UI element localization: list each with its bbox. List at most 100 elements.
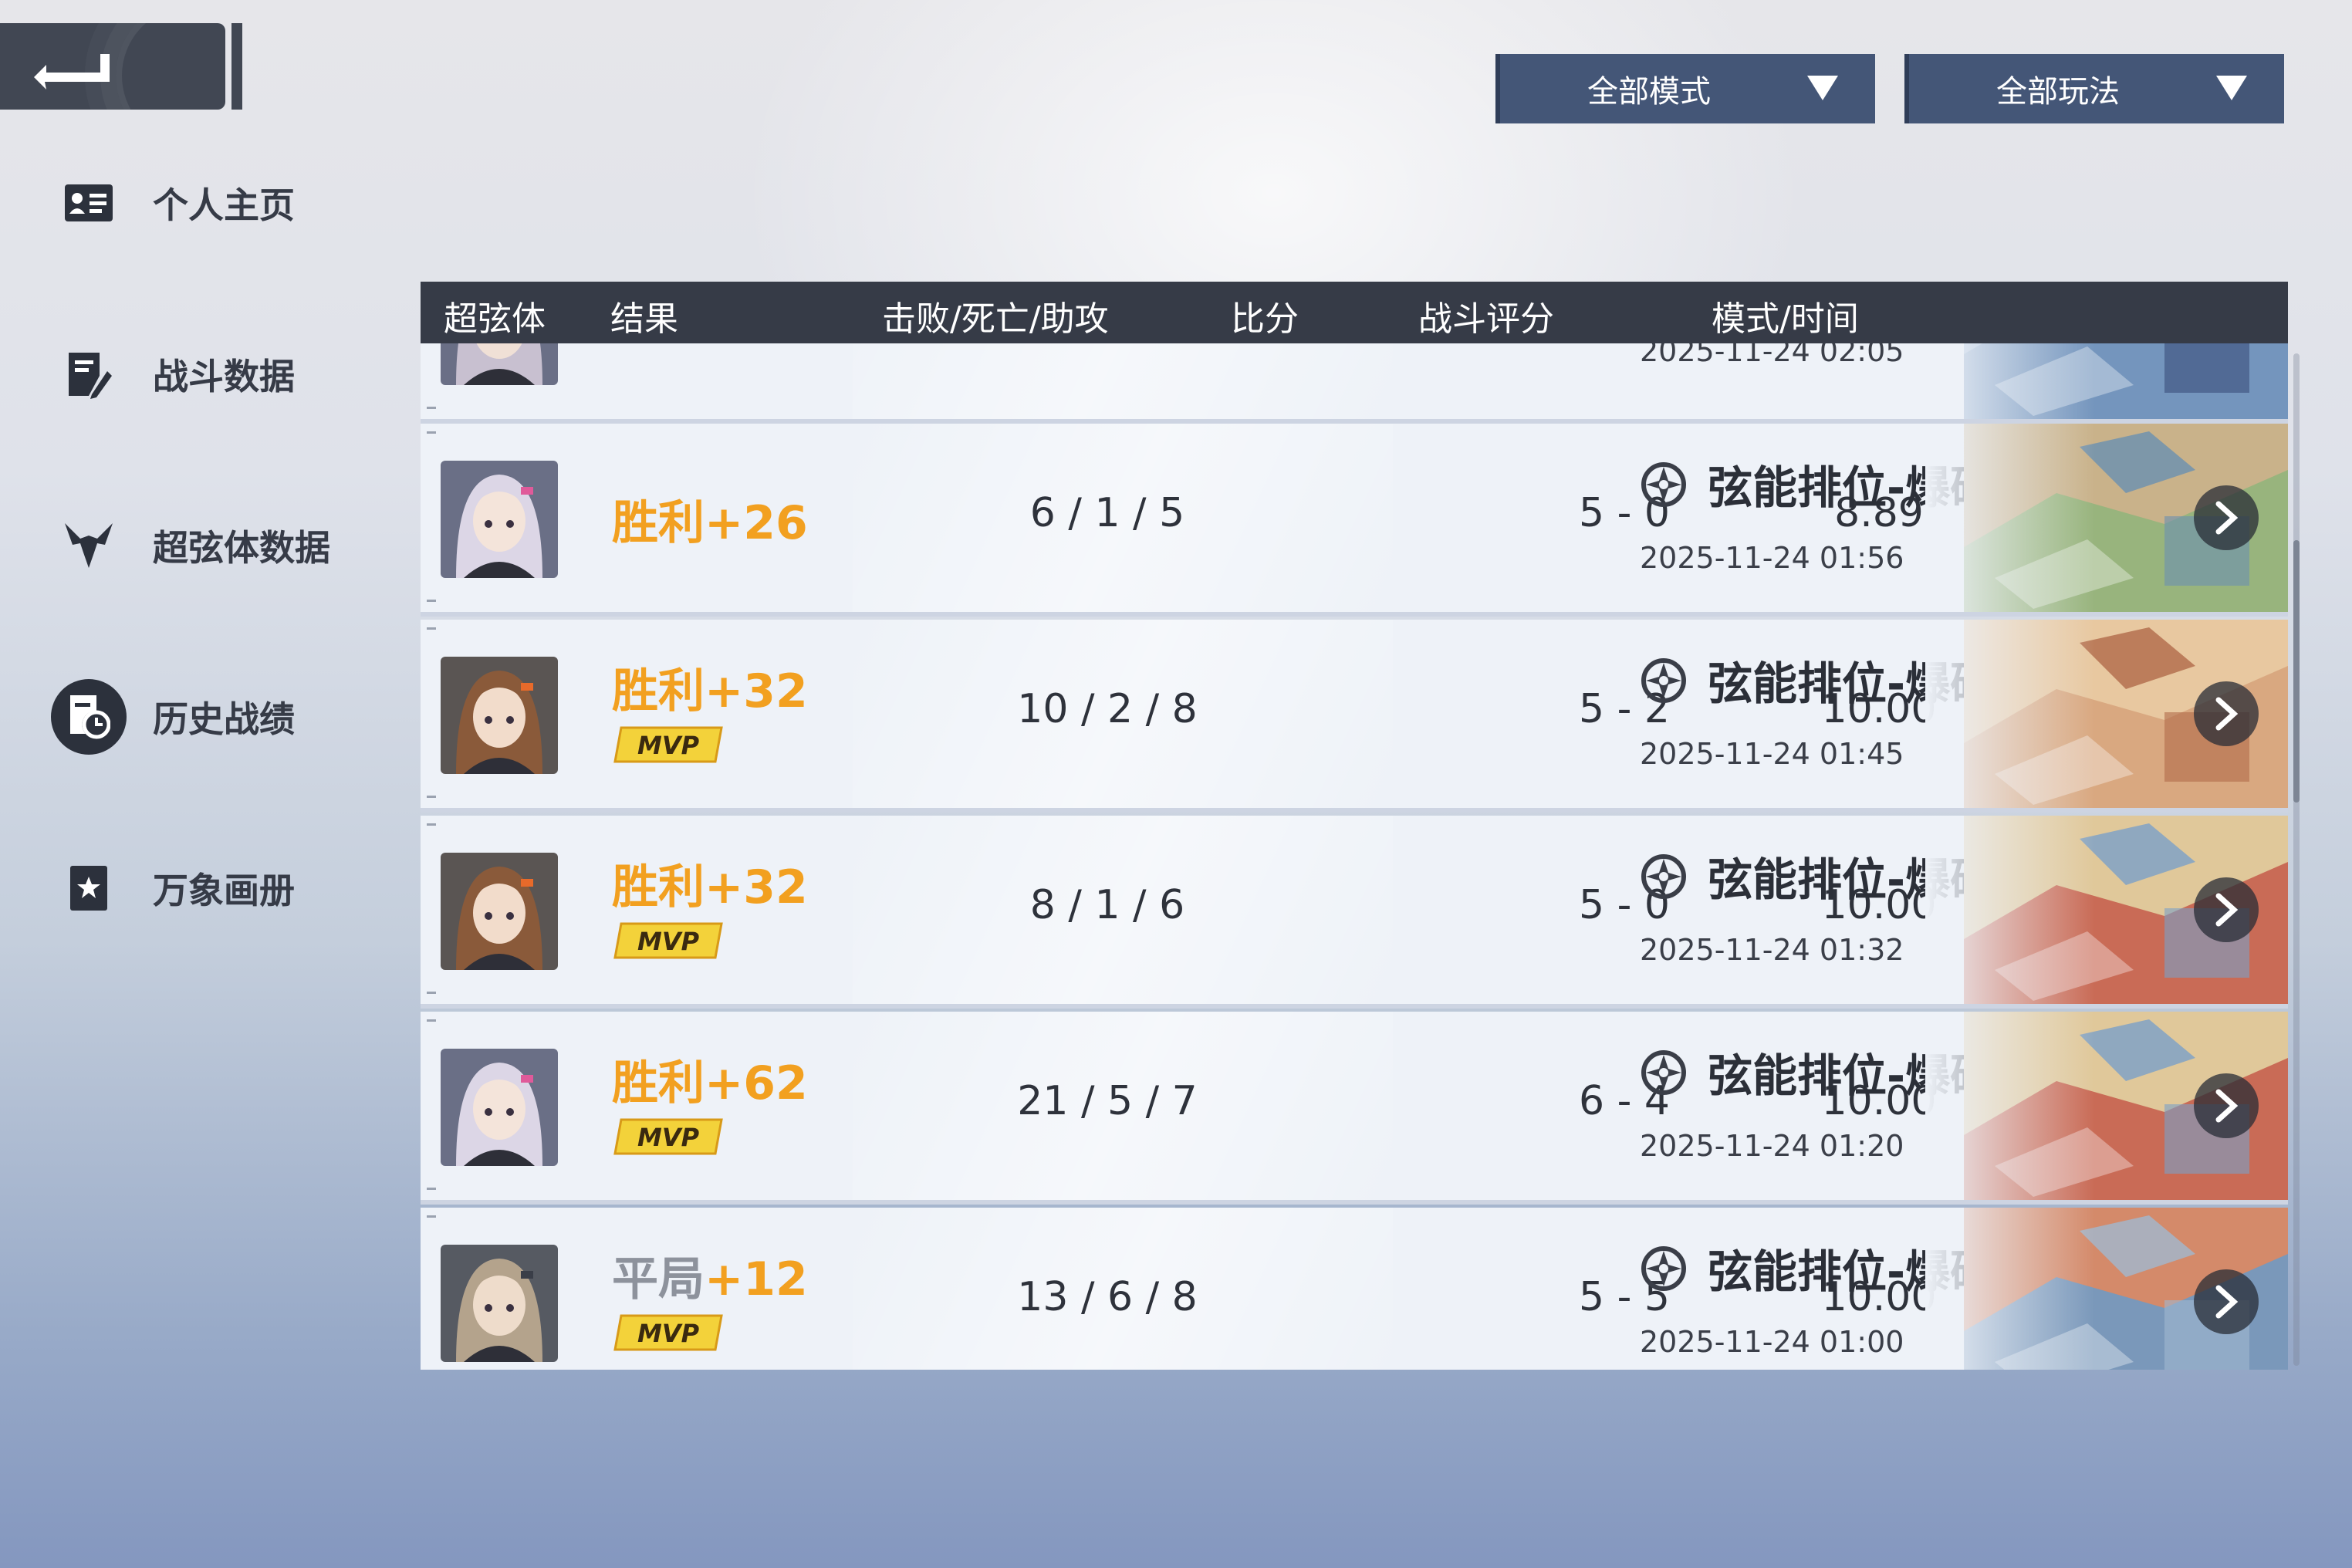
rank-delta: +26: [705, 496, 808, 550]
mvp-badge: MVP: [613, 922, 723, 959]
mode-filter-value: 全部模式: [1587, 74, 1711, 110]
table-row[interactable]: 胜利+32 MVP 8 / 1 / 65 - 0 10.00 弦能排位-爆破入侵 2…: [421, 816, 2288, 1009]
match-result: 胜利+32: [612, 850, 808, 917]
header-score: 比分: [1231, 299, 1299, 339]
table-row[interactable]: 胜利+62 MVP 21 / 5 / 76 - 4 10.00 弦能排位-爆破入侵…: [421, 1012, 2288, 1205]
row-corner-mark: [427, 1215, 436, 1218]
sidebar-item-profile[interactable]: 个人主页: [46, 161, 295, 245]
sidebar-item-history[interactable]: 历史战绩: [46, 674, 295, 759]
map-fade: [1925, 343, 2095, 419]
sidebar-item-battle-data[interactable]: 战斗数据: [46, 332, 295, 417]
ranked-mode-icon: [1640, 1245, 1688, 1293]
result-word: 胜利: [612, 1056, 705, 1110]
match-time: 2025-11-24 01:20: [1640, 1129, 1904, 1163]
score-cell: 5 - 5: [1579, 1274, 1670, 1320]
back-button-decoration: [116, 23, 225, 110]
play-filter-value: 全部玩法: [1996, 74, 2120, 110]
mvp-badge: MVP: [613, 726, 723, 763]
sidebar-item-label: 超弦体数据: [153, 527, 330, 569]
header-result: 结果: [610, 299, 678, 339]
match-result: 胜利+32: [612, 654, 808, 721]
kda-cell: 8 / 1 / 6: [1029, 882, 1185, 928]
ranked-mode-icon: [1640, 657, 1688, 705]
row-corner-mark: [427, 796, 436, 798]
match-time: 2025-11-24 01:56: [1640, 541, 1904, 575]
scrollbar-track[interactable]: [2293, 353, 2300, 1366]
row-corner-mark: [427, 627, 436, 630]
character-avatar: [441, 1049, 558, 1166]
play-filter-dropdown[interactable]: 全部玩法: [1904, 54, 2284, 123]
table-row[interactable]: 胜利+26 6 / 1 / 55 - 0 8.89 弦能排位-爆破入侵 2025-11…: [421, 424, 2288, 617]
result-word: 胜利: [612, 496, 705, 550]
match-time: 2025-11-24 01:00: [1640, 1325, 1904, 1359]
character-avatar: [441, 343, 558, 385]
chevron-right-icon[interactable]: [2194, 877, 2259, 942]
superstring-icon: [65, 523, 113, 568]
sidebar-item-label: 个人主页: [153, 184, 295, 226]
row-corner-mark: [427, 407, 436, 409]
sidebar-item-label: 历史战绩: [153, 698, 295, 740]
ranked-mode-icon: [1640, 1049, 1688, 1097]
back-button[interactable]: [0, 23, 225, 110]
chevron-right-icon[interactable]: [2194, 1269, 2259, 1334]
mvp-text: MVP: [637, 731, 700, 760]
kda-cell: 10 / 2 / 8: [1017, 686, 1198, 732]
rank-delta: +12: [705, 1252, 808, 1306]
chevron-right-icon[interactable]: [2194, 485, 2259, 550]
ranked-mode-icon: [1640, 461, 1688, 509]
sidebar-item-superstring-data[interactable]: 超弦体数据: [46, 503, 330, 588]
rank-delta: +32: [705, 664, 808, 718]
score-cell: 5 - 0: [1579, 882, 1670, 928]
match-time: 2025-11-24 01:32: [1640, 933, 1904, 967]
ranked-mode-icon: [1640, 853, 1688, 901]
result-word: 胜利: [612, 860, 705, 914]
triangle-down-icon: [2216, 76, 2247, 100]
match-time: 2025-11-24 01:45: [1640, 737, 1904, 771]
rank-delta: +62: [705, 1056, 808, 1110]
triangle-down-icon: [1807, 76, 1838, 100]
table-body: MVP 2025-11-24 02:05 胜利+266 / 1 / 55 - 0…: [421, 343, 2288, 1370]
character-avatar: [441, 461, 558, 578]
score-cell: 6 - 4: [1579, 1078, 1670, 1124]
mvp-text: MVP: [637, 927, 700, 956]
table-row[interactable]: MVP 2025-11-24 02:05: [421, 343, 2288, 424]
row-corner-mark: [427, 600, 436, 602]
kda-cell: 13 / 6 / 8: [1017, 1274, 1198, 1320]
match-result: 胜利+26: [612, 485, 808, 553]
row-corner-mark: [427, 1019, 436, 1022]
back-arrow-icon: [34, 54, 110, 90]
character-avatar: [441, 1245, 558, 1362]
kda-cell: 6 / 1 / 5: [1029, 490, 1185, 536]
map-fade: [1925, 1208, 2095, 1370]
back-button-divider: [231, 23, 242, 110]
row-corner-mark: [427, 992, 436, 994]
result-word: 平局: [612, 1252, 705, 1306]
battle-data-icon: [69, 353, 112, 399]
table-row[interactable]: 胜利+32 MVP 10 / 2 / 85 - 2 10.00 弦能排位-爆破入侵…: [421, 620, 2288, 813]
mode-filter-dropdown[interactable]: 全部模式: [1495, 54, 1875, 123]
mvp-badge: MVP: [613, 1118, 723, 1155]
character-avatar: [441, 853, 558, 970]
profile-card-icon: [65, 184, 113, 221]
chevron-right-icon[interactable]: [2194, 681, 2259, 746]
match-time: 2025-11-24 02:05: [1640, 343, 1904, 368]
row-corner-mark: [427, 1188, 436, 1190]
scrollbar-thumb[interactable]: [2293, 540, 2300, 803]
album-star-icon: [70, 866, 107, 911]
row-corner-mark: [427, 431, 436, 434]
header-kda: 击败/死亡/助攻: [882, 299, 1109, 339]
score-cell: 5 - 2: [1579, 686, 1670, 732]
score-cell: 5 - 0: [1579, 490, 1670, 536]
character-avatar: [441, 657, 558, 774]
map-fade: [1925, 620, 2095, 808]
table-row[interactable]: 平局+12 MVP 13 / 6 / 85 - 5 10.00 弦能排位-爆破入侵…: [421, 1208, 2288, 1370]
history-clock-icon: [70, 695, 110, 739]
map-fade: [1925, 1012, 2095, 1200]
active-indicator: [51, 679, 127, 755]
chevron-right-icon[interactable]: [2194, 1073, 2259, 1138]
rank-delta: +32: [705, 860, 808, 914]
row-corner-mark: [427, 823, 436, 826]
match-history-table: 超弦体 结果 击败/死亡/助攻 比分 战斗评分 模式/时间 MVP 2025-1…: [421, 282, 2288, 1370]
kda-cell: 21 / 5 / 7: [1017, 1078, 1198, 1124]
sidebar-item-album[interactable]: 万象画册: [46, 846, 295, 931]
